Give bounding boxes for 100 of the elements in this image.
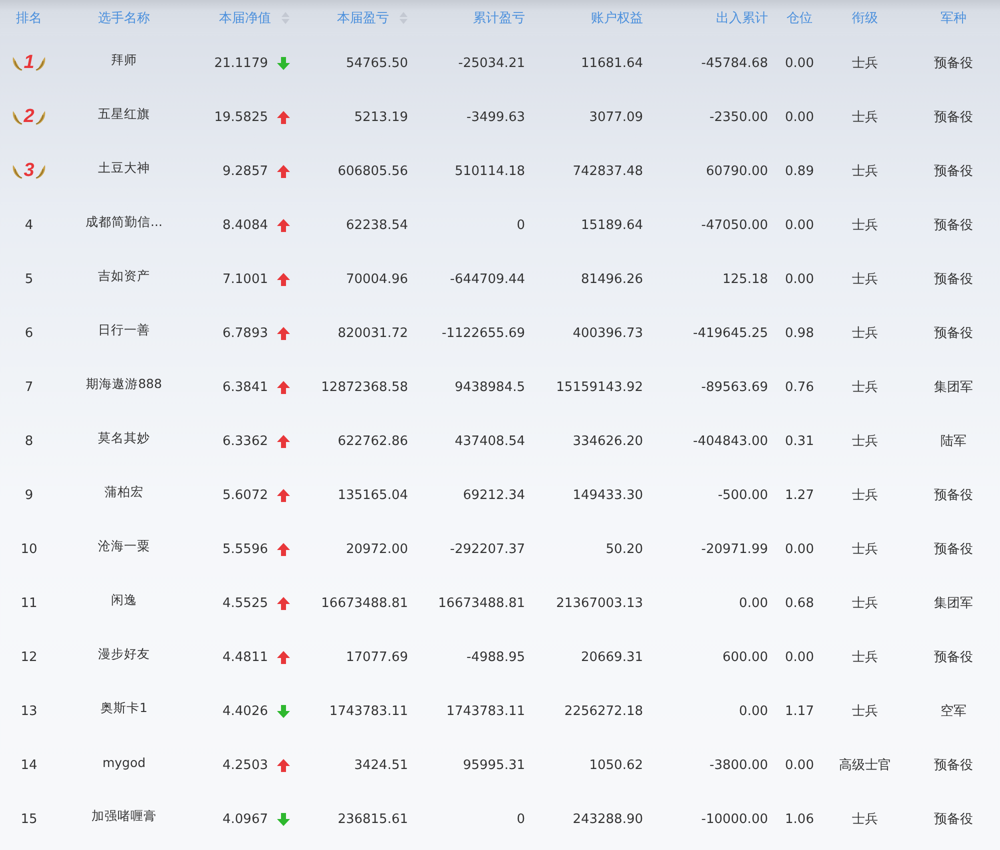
table-cell: 0.00	[785, 542, 814, 556]
table-cell-text: 集团军	[934, 379, 973, 396]
table-cell: -500.00	[718, 488, 768, 502]
rank-number: 12	[20, 650, 38, 664]
column-header: 仓位	[786, 10, 812, 27]
rank-medal: 3	[10, 160, 48, 182]
table-cell: 0.00	[739, 704, 768, 718]
player-name: 沧海一粟	[98, 538, 150, 554]
table-cell: 334626.20	[572, 434, 643, 448]
table-cell-text: 空军	[940, 703, 966, 720]
table-cell: 742837.48	[572, 164, 643, 178]
net-value: 4.5525	[222, 596, 268, 610]
net-value: 21.1179	[214, 56, 268, 70]
table-cell: -2350.00	[710, 110, 768, 124]
column-header: 出入累计	[716, 10, 768, 27]
table-cell-text: 士兵	[852, 541, 878, 558]
table-cell-text: 预备役	[934, 55, 973, 72]
table-cell: 149433.30	[572, 488, 643, 502]
player-name: 加强啫喱膏	[92, 808, 156, 824]
table-cell-text: 士兵	[852, 217, 878, 234]
table-cell-text: 预备役	[934, 271, 973, 288]
table-cell: 54765.50	[346, 56, 408, 70]
table-cell: 820031.72	[338, 326, 408, 340]
rank-number: 9	[24, 488, 34, 502]
table-cell: 437408.54	[454, 434, 525, 448]
table-cell: 17077.69	[346, 650, 408, 664]
rank-number: 11	[20, 596, 38, 610]
player-name: 蒲柏宏	[104, 484, 144, 500]
table-cell-text: 士兵	[852, 109, 878, 126]
table-cell: 606805.56	[338, 164, 408, 178]
table-cell: 400396.73	[572, 326, 643, 340]
table-cell: 0.00	[785, 56, 814, 70]
player-name: mygod	[102, 754, 146, 770]
rank-number: 8	[24, 434, 34, 448]
player-name: 期海遨游888	[86, 376, 162, 392]
column-header: 累计盈亏	[473, 10, 525, 27]
table-cell-text: 预备役	[934, 325, 973, 342]
table-cell: -404843.00	[693, 434, 768, 448]
table-cell: 1.27	[785, 488, 814, 502]
table-cell: 1050.62	[589, 758, 643, 772]
player-name: 莫名其妙	[98, 430, 150, 446]
table-cell-text: 陆军	[940, 433, 966, 450]
table-cell: 3424.51	[354, 758, 408, 772]
net-value: 4.4811	[222, 650, 268, 664]
table-cell: 1.06	[785, 812, 814, 826]
table-cell-text: 士兵	[852, 703, 878, 720]
table-cell: -3800.00	[710, 758, 768, 772]
laurel-wing-icon	[35, 108, 48, 126]
table-cell-text: 预备役	[934, 757, 973, 774]
table-cell: 0.00	[785, 272, 814, 286]
laurel-wing-icon	[10, 162, 23, 180]
table-cell: 11681.64	[580, 56, 643, 70]
table-cell: 0.00	[785, 758, 814, 772]
table-cell: 0.98	[785, 326, 814, 340]
table-cell: 1743783.11	[329, 704, 408, 718]
table-cell: 125.18	[722, 272, 768, 286]
column-header: 军种	[940, 10, 966, 27]
column-header: 本届盈亏	[337, 10, 389, 27]
rank-number: 7	[24, 380, 34, 394]
table-cell: 600.00	[722, 650, 768, 664]
table-cell-text: 预备役	[934, 163, 973, 180]
table-cell: 0.31	[785, 434, 814, 448]
net-value: 4.0967	[222, 812, 268, 826]
table-cell: 21367003.13	[556, 596, 643, 610]
table-cell: 20972.00	[346, 542, 408, 556]
net-value: 4.2503	[222, 758, 268, 772]
player-name: 五星红旗	[98, 106, 150, 122]
net-value: 9.2857	[222, 164, 268, 178]
table-cell: 0.68	[785, 596, 814, 610]
table-cell: -1122655.69	[442, 326, 525, 340]
table-cell: 3077.09	[589, 110, 643, 124]
net-value: 5.5596	[222, 542, 268, 556]
rank-number: 6	[24, 326, 34, 340]
table-cell: 1743783.11	[446, 704, 525, 718]
table-cell: 16673488.81	[321, 596, 408, 610]
player-name: 闲逸	[111, 592, 137, 608]
rank-number: 13	[20, 704, 38, 718]
column-header: 衔级	[852, 10, 878, 27]
table-cell-text: 士兵	[852, 55, 878, 72]
table-cell-text: 集团军	[934, 595, 973, 612]
net-value: 4.4026	[222, 704, 268, 718]
table-cell: 60790.00	[706, 164, 768, 178]
table-cell: -47050.00	[701, 218, 768, 232]
table-cell: 2256272.18	[564, 704, 643, 718]
table-cell: 0	[516, 812, 525, 826]
player-name: 奥斯卡1	[100, 700, 148, 716]
table-cell: 5213.19	[354, 110, 408, 124]
rank-number: 5	[24, 272, 34, 286]
sort-icon[interactable]	[399, 11, 408, 25]
sort-icon[interactable]	[281, 11, 290, 25]
column-header: 本届净值	[219, 10, 271, 27]
laurel-wing-icon	[35, 162, 48, 180]
net-value: 8.4084	[222, 218, 268, 232]
table-cell: 15189.64	[580, 218, 643, 232]
net-value: 6.7893	[222, 326, 268, 340]
table-cell-text: 高级士官	[839, 757, 891, 774]
rank-number: 4	[24, 218, 34, 232]
table-cell-text: 士兵	[852, 487, 878, 504]
table-cell: 510114.18	[454, 164, 525, 178]
table-cell: 0.00	[785, 650, 814, 664]
